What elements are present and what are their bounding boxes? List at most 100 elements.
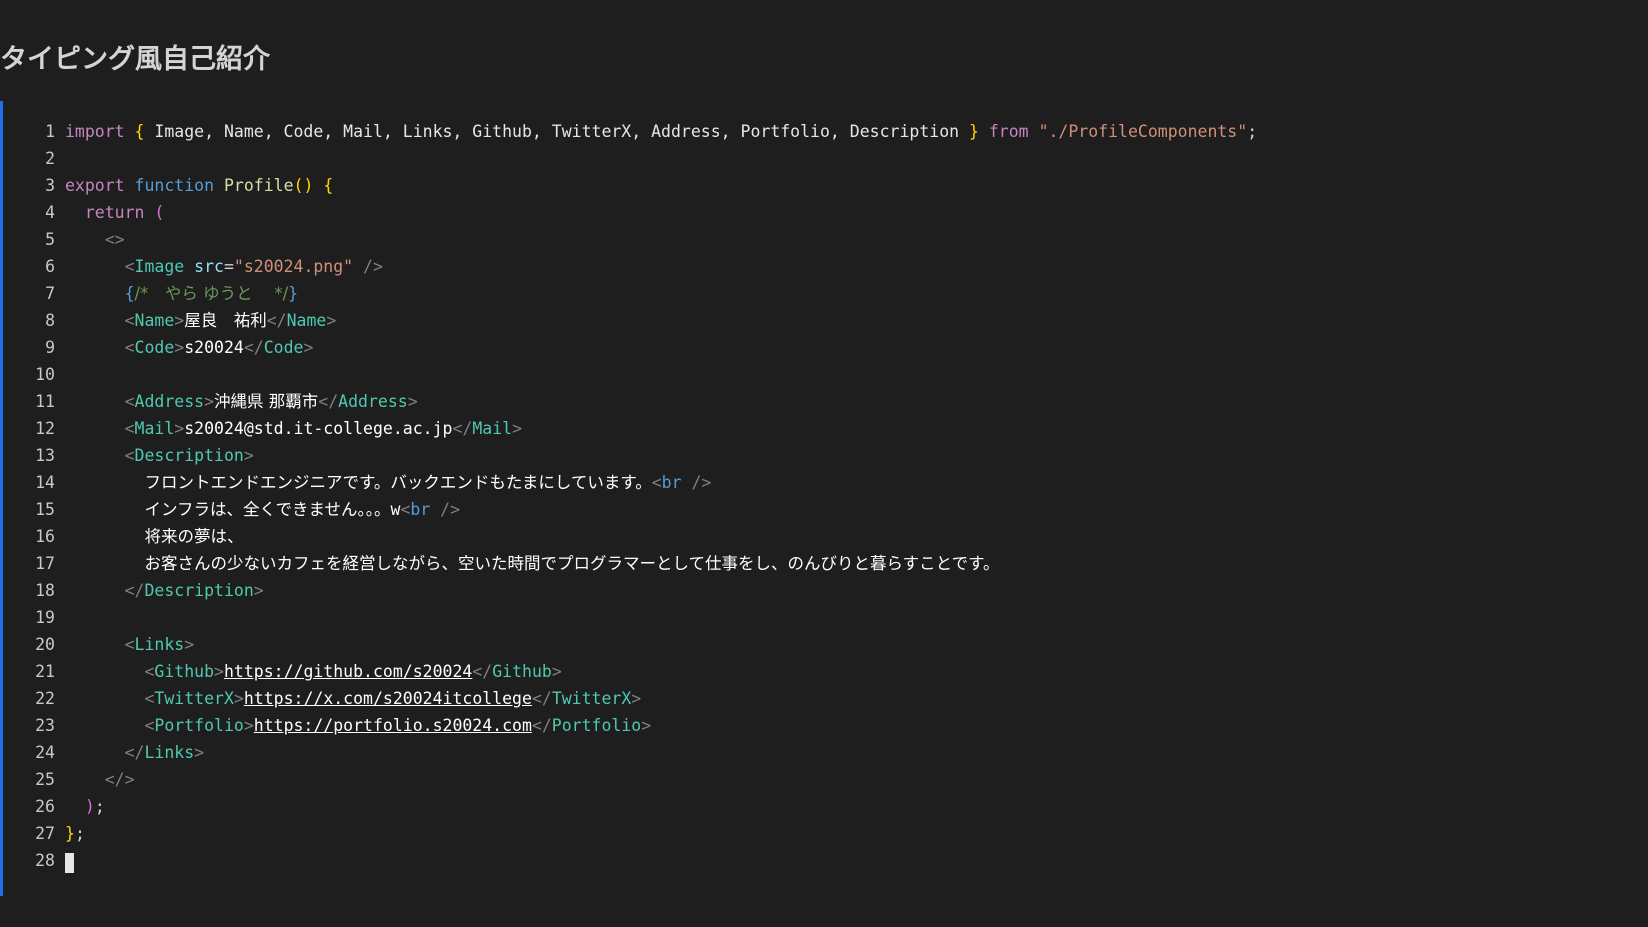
page-title: タイピング風自己紹介 (0, 44, 270, 75)
code-line[interactable]: 22 <TwitterX>https://x.com/s20024itcolle… (3, 685, 1257, 712)
code-line[interactable]: 14 フロントエンドエンジニアです。バックエンドもたまにしています。<br /> (3, 469, 1257, 496)
line-source: ); (55, 793, 105, 820)
code-line[interactable]: 4 return ( (3, 199, 1257, 226)
code-line[interactable]: 19 (3, 604, 1257, 631)
code-line[interactable]: 16 将来の夢は、 (3, 523, 1257, 550)
code-token: < (124, 392, 135, 411)
code-token: ; (1247, 122, 1258, 141)
code-link[interactable]: https://portfolio.s20024.com (254, 716, 532, 735)
code-token: () (293, 176, 314, 195)
code-line[interactable]: 27}; (3, 820, 1257, 847)
line-source: <Mail>s20024@std.it-college.ac.jp</Mail> (55, 415, 522, 442)
line-source: お客さんの少ないカフェを経営しながら、空いた時間でプログラマーとして仕事をし、の… (55, 550, 999, 577)
code-token: </ (531, 689, 552, 708)
code-link[interactable]: https://x.com/s20024itcollege (244, 689, 532, 708)
line-source: </> (55, 766, 135, 793)
code-token: Links (134, 635, 185, 654)
code-token: < (400, 500, 411, 519)
code-token: ( (154, 203, 165, 222)
code-token: 沖縄県 那覇市 (214, 392, 319, 411)
code-line[interactable]: 12 <Mail>s20024@std.it-college.ac.jp</Ma… (3, 415, 1257, 442)
line-number: 8 (45, 311, 55, 330)
code-line[interactable]: 3 export function Profile() { (3, 172, 1257, 199)
line-source: <Description> (55, 442, 254, 469)
code-token: </ (266, 311, 287, 330)
code-line[interactable]: 11 <Address>沖縄県 那覇市</Address> (3, 388, 1257, 415)
code-line[interactable]: 2 (3, 145, 1257, 172)
text-cursor (65, 853, 74, 873)
line-source: return ( (55, 199, 164, 226)
line-number: 16 (35, 527, 55, 546)
code-line[interactable]: 1 import { Image, Name, Code, Mail, Links… (3, 118, 1257, 145)
code-token: 屋良 祐利 (184, 311, 267, 330)
code-token: { (323, 176, 334, 195)
line-number: 19 (35, 608, 55, 627)
line-source: </Links> (55, 739, 204, 766)
code-line[interactable]: 8 <Name>屋良 祐利</Name> (3, 307, 1257, 334)
code-line[interactable]: 23 <Portfolio>https://portfolio.s20024.c… (3, 712, 1257, 739)
code-line[interactable]: 20 <Links> (3, 631, 1257, 658)
code-token: ; (94, 797, 105, 816)
code-line[interactable]: 26 ); (3, 793, 1257, 820)
code-token: </ (124, 581, 145, 600)
code-token: > (214, 662, 224, 681)
line-source: <Code>s20024</Code> (55, 334, 314, 361)
line-source: import { Image, Name, Code, Mail, Links,… (55, 118, 1257, 145)
code-token: > (174, 311, 185, 330)
code-token: > (631, 689, 642, 708)
code-line[interactable]: 21 <Github>https://github.com/s20024</Gi… (3, 658, 1257, 685)
line-number: 12 (35, 419, 55, 438)
code-link[interactable]: https://github.com/s20024 (224, 662, 472, 681)
code-line[interactable]: 24 </Links> (3, 739, 1257, 766)
code-line[interactable]: 10 (3, 361, 1257, 388)
code-line[interactable]: 25 </> (3, 766, 1257, 793)
line-source: <Github>https://github.com/s20024</Githu… (55, 658, 561, 685)
code-line[interactable]: 6 <Image src="s20024.png" /> (3, 253, 1257, 280)
code-token: </ (531, 716, 552, 735)
code-token: = (223, 257, 234, 276)
line-number: 9 (45, 338, 55, 357)
code-line[interactable]: 18 </Description> (3, 577, 1257, 604)
code-token: Image (134, 257, 185, 276)
code-token: < (124, 257, 135, 276)
code-token: </ (243, 338, 264, 357)
line-number: 10 (35, 365, 55, 384)
line-number: 17 (35, 554, 55, 573)
code-token: return (84, 203, 145, 222)
code-editor[interactable]: 1 import { Image, Name, Code, Mail, Links… (0, 101, 1648, 896)
code-token: TwitterX (551, 689, 632, 708)
code-line[interactable]: 9 <Code>s20024</Code> (3, 334, 1257, 361)
code-line[interactable]: 5 <> (3, 226, 1257, 253)
code-token: "./ProfileComponents" (1038, 122, 1248, 141)
line-number: 28 (35, 851, 55, 870)
code-token: Description (144, 581, 254, 600)
code-token: > (184, 635, 195, 654)
code-token: < (124, 446, 135, 465)
code-line[interactable]: 13 <Description> (3, 442, 1257, 469)
code-token: Code (263, 338, 304, 357)
code-token: Github (492, 662, 552, 681)
code-line[interactable]: 17 お客さんの少ないカフェを経営しながら、空いた時間でプログラマーとして仕事を… (3, 550, 1257, 577)
line-source: export function Profile() { (55, 172, 333, 199)
code-token: < (124, 338, 135, 357)
code-token: > (641, 716, 652, 735)
code-line[interactable]: 7 {/* やら ゆうと */} (3, 280, 1257, 307)
line-source: 将来の夢は、 (55, 523, 243, 550)
code-token: Address (338, 392, 408, 411)
line-source (55, 847, 74, 874)
code-token: Github (154, 662, 215, 681)
code-token: s20024@std.it-college.ac.jp (184, 419, 453, 438)
code-line[interactable]: 28 (3, 847, 1257, 874)
code-line[interactable]: 15 インフラは、全くできません。。。w<br /> (3, 496, 1257, 523)
code-token: Address (134, 392, 205, 411)
code-token: > (303, 338, 314, 357)
